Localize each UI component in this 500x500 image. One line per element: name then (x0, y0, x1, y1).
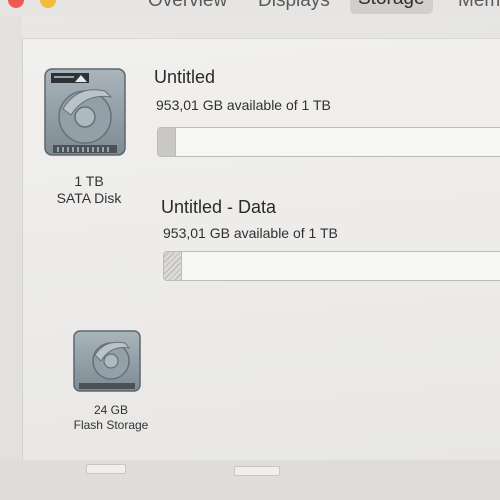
disk-label-sata: 1 TB SATA Disk (41, 173, 137, 207)
volume-name: Untitled - Data (161, 197, 277, 217)
sidebar-edge (0, 16, 22, 500)
storage-usage-bar (163, 251, 500, 281)
volume-availability: 953,01 GB available of 1 TB (156, 97, 331, 113)
close-window-button[interactable] (8, 0, 24, 8)
footer-button[interactable] (234, 466, 280, 476)
tab-storage[interactable]: Storage (350, 0, 433, 14)
disk-type: Flash Storage (73, 418, 149, 432)
used-space-segment (164, 252, 182, 280)
disk-type: SATA Disk (56, 190, 122, 206)
hard-disk-icon (73, 330, 141, 392)
volume-availability: 953,01 GB available of 1 TB (163, 225, 338, 241)
window-footer (0, 460, 500, 500)
storage-usage-bar (157, 127, 500, 157)
disk-size: 1 TB (74, 173, 104, 189)
tab-memory[interactable]: Mem (458, 0, 500, 14)
used-space-segment (158, 128, 176, 156)
storage-panel: 1 TB SATA Disk Untitled 953,01 GB availa… (22, 38, 500, 461)
toolbar: Overview Displays Storage Mem (0, 0, 500, 16)
disk-label-flash: 24 GB Flash Storage (63, 403, 159, 433)
tab-overview[interactable]: Overview (148, 0, 227, 14)
minimize-window-button[interactable] (40, 0, 56, 8)
tab-displays[interactable]: Displays (258, 0, 330, 14)
storage-window: Overview Displays Storage Mem (0, 0, 500, 500)
footer-button[interactable] (86, 464, 126, 474)
disk-size: 24 GB (93, 403, 129, 417)
volume-name: Untitled (154, 67, 216, 87)
hard-disk-icon (44, 68, 126, 156)
